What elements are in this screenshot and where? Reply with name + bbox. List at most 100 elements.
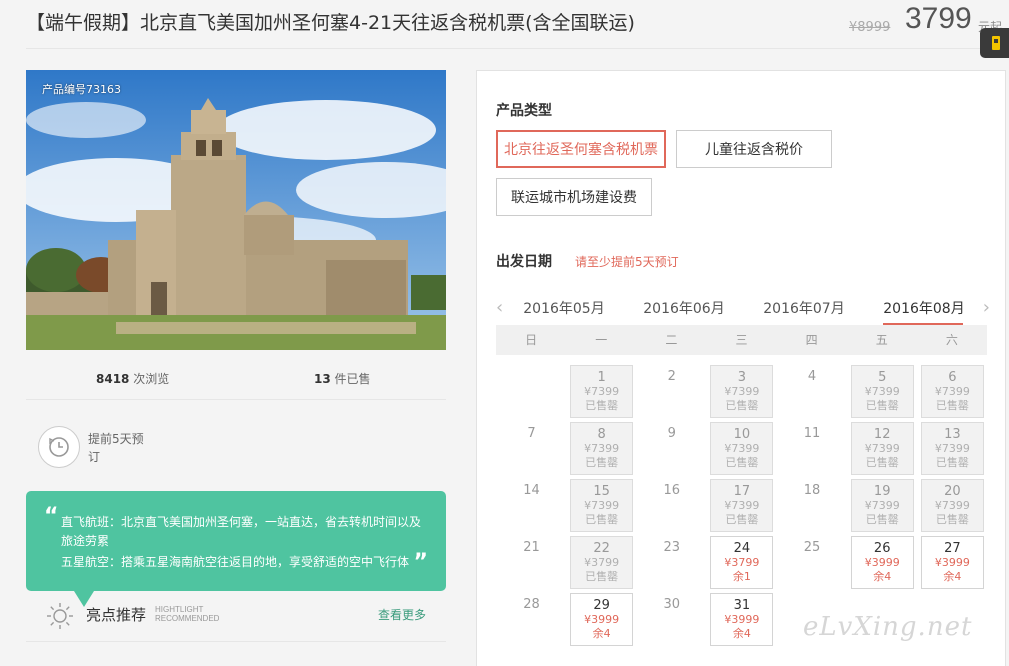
day-number: 17 <box>733 484 751 499</box>
calendar-cell: 16 <box>636 477 706 534</box>
calendar-cell: 23 <box>636 534 706 591</box>
day-number: 30 <box>663 597 681 612</box>
calendar-day-available[interactable]: 24 ¥3799 余1 <box>710 536 774 589</box>
day-number: 2 <box>667 369 676 384</box>
day-number: 22 <box>593 541 610 556</box>
calendar-cell: 13 ¥7399 已售罄 <box>917 420 987 477</box>
calendar-cell: 15 ¥7399 已售罄 <box>566 477 636 534</box>
weekday-label: 三 <box>735 333 748 347</box>
option-child-ticket[interactable]: 儿童往返含税价 <box>676 130 832 168</box>
day-number: 20 <box>944 484 961 499</box>
day-number: 5 <box>878 370 887 385</box>
product-title: 【端午假期】北京直飞美国加州圣何塞4-21天往返含税机票(含全国联运) <box>26 12 635 34</box>
views-count: 8418 <box>96 372 130 386</box>
highlights-subtitle: HIGHTLIGHT RECOMMENDED <box>155 605 220 623</box>
calendar-cell: 9 <box>636 420 706 477</box>
next-month-icon[interactable]: › <box>983 297 990 318</box>
calendar-cell <box>496 363 566 420</box>
day-number: 19 <box>873 484 891 499</box>
calendar-day-available[interactable]: 26 ¥3999 余4 <box>850 536 914 589</box>
day-number: 21 <box>523 540 540 555</box>
calendar-day-sold-out: 6 ¥7399 已售罄 <box>920 365 984 418</box>
month-tab-may[interactable]: 2016年05月 <box>516 298 612 318</box>
calendar-grid: 1 ¥7399 已售罄 2 3 ¥7399 已售罄 4 5 ¥7399 已售罄 6 ¥7399 已售罄 7 8… <box>496 363 987 648</box>
day-stock: 已售罄 <box>585 399 619 412</box>
weekday-label: 五 <box>875 333 888 347</box>
calendar-day-available[interactable]: 31 ¥3999 余4 <box>710 593 774 646</box>
day-price: ¥7399 <box>584 442 620 455</box>
floating-usb-button[interactable] <box>980 28 1009 58</box>
booking-tip: 请至少提前5天预订 <box>575 255 679 269</box>
day-price: ¥7399 <box>864 499 900 512</box>
calendar-cell: 22 ¥3799 已售罄 <box>566 534 636 591</box>
option-airport-fee[interactable]: 联运城市机场建设费 <box>496 178 652 216</box>
day-number: 4 <box>807 369 817 384</box>
calendar-day-sold-out: 15 ¥7399 已售罄 <box>570 479 634 532</box>
day-price: ¥7399 <box>724 442 760 455</box>
calendar-cell: 21 <box>496 534 566 591</box>
option-adult-ticket[interactable]: 北京往返圣何塞含税机票 <box>496 130 666 168</box>
day-price: ¥7399 <box>584 385 620 398</box>
weekday-label: 二 <box>665 333 678 347</box>
calendar-cell: 29 ¥3999 余4 <box>566 591 636 648</box>
day-number: 12 <box>873 427 891 442</box>
day-stock: 已售罄 <box>725 399 759 412</box>
product-type-title: 产品类型 <box>496 103 552 119</box>
day-stock: 已售罄 <box>935 399 969 412</box>
day-stock: 已售罄 <box>585 456 619 469</box>
view-more-link[interactable]: 查看更多 <box>378 606 426 623</box>
calendar-day-sold-out: 20 ¥7399 已售罄 <box>920 479 984 532</box>
calendar-day-available[interactable]: 29 ¥3999 余4 <box>570 593 634 646</box>
quote-open-icon: “ <box>44 504 59 529</box>
sold-count: 13 <box>314 372 331 386</box>
calendar-cell: 6 ¥7399 已售罄 <box>917 363 987 420</box>
calendar-cell: 11 <box>777 420 847 477</box>
day-stock: 已售罄 <box>585 570 619 583</box>
views-stat: 8418 次浏览 <box>96 370 169 387</box>
product-id-label: 产品编号73163 <box>42 83 121 96</box>
month-tab-july[interactable]: 2016年07月 <box>756 298 852 318</box>
calendar-cell: 28 <box>496 591 566 648</box>
calendar-cell: 27 ¥3999 余4 <box>917 534 987 591</box>
month-tab-june[interactable]: 2016年06月 <box>636 298 732 318</box>
calendar-day-sold-out: 19 ¥7399 已售罄 <box>850 479 914 532</box>
weekday-label: 一 <box>595 333 608 347</box>
departure-date-title: 出发日期 <box>496 254 552 270</box>
calendar-day-sold-out: 10 ¥7399 已售罄 <box>710 422 774 475</box>
day-stock: 已售罄 <box>585 513 619 526</box>
day-stock: 余4 <box>592 627 611 640</box>
day-stock: 已售罄 <box>865 456 899 469</box>
day-stock: 已售罄 <box>725 456 759 469</box>
quote-close-icon: ” <box>413 550 428 575</box>
prev-month-icon[interactable]: ‹ <box>496 297 503 318</box>
calendar-cell: 19 ¥7399 已售罄 <box>847 477 917 534</box>
day-number: 10 <box>733 427 751 442</box>
day-stock: 余4 <box>732 627 751 640</box>
calendar-day-sold-out: 17 ¥7399 已售罄 <box>710 479 774 532</box>
day-stock: 已售罄 <box>935 456 969 469</box>
day-price: ¥3999 <box>864 556 900 569</box>
calendar-cell: 3 ¥7399 已售罄 <box>706 363 776 420</box>
calendar-cell: 4 <box>777 363 847 420</box>
calendar-cell: 1 ¥7399 已售罄 <box>566 363 636 420</box>
weekday-label: 日 <box>525 333 538 347</box>
calendar-day-sold-out: 1 ¥7399 已售罄 <box>570 365 634 418</box>
day-number: 14 <box>523 483 540 498</box>
month-tab-august[interactable]: 2016年08月 <box>876 298 972 318</box>
day-number: 11 <box>803 426 821 441</box>
calendar-cell: 10 ¥7399 已售罄 <box>706 420 776 477</box>
day-number: 25 <box>803 540 821 555</box>
day-stock: 已售罄 <box>725 513 759 526</box>
calendar-day-sold-out: 13 ¥7399 已售罄 <box>920 422 984 475</box>
highlights-title: 亮点推荐 <box>86 606 147 624</box>
product-stats: 8418 次浏览 13 件已售 <box>26 362 446 400</box>
calendar-day-available[interactable]: 27 ¥3999 余4 <box>920 536 984 589</box>
day-price: ¥7399 <box>934 499 970 512</box>
usb-icon <box>992 36 1000 50</box>
quote-line-direct-flight: 直飞航班：北京直飞美国加州圣何塞，一站直达，省去转机时间以及旅途劳累 <box>61 515 422 548</box>
day-stock: 余1 <box>732 570 751 583</box>
day-price: ¥7399 <box>724 385 760 398</box>
calendar-cell: 30 <box>636 591 706 648</box>
sold-stat: 13 件已售 <box>314 370 371 387</box>
calendar-day-sold-out: 3 ¥7399 已售罄 <box>710 365 774 418</box>
